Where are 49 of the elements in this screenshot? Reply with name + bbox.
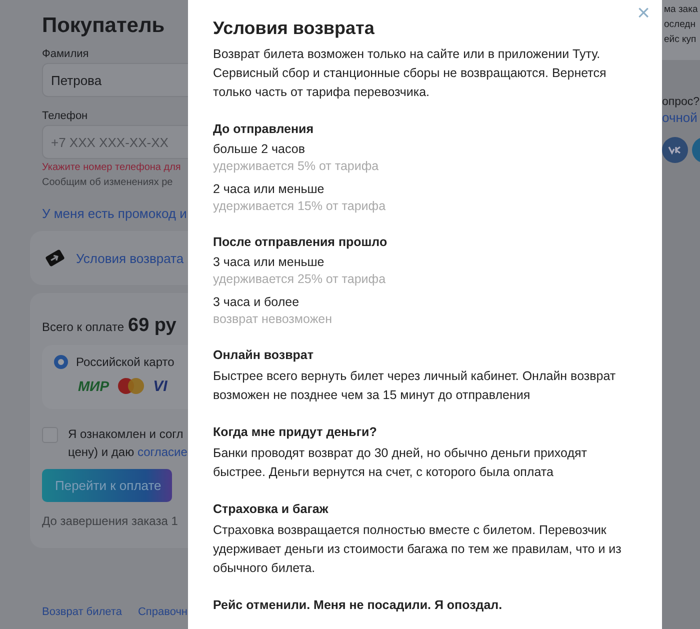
option-note: возврат невозможен [213, 311, 334, 328]
section-text: Быстрее всего вернуть билет через личный кабинет. Онлайн возврат возможен не позднее чем за 15 минут до отправления [213, 368, 617, 404]
option-note: удерживается 25% от тарифа [213, 271, 387, 288]
field-label: Телефон [42, 110, 88, 122]
section-heading: После отправления прошло [213, 235, 388, 249]
option-title: 3 часа и более [213, 294, 300, 311]
section-text: Банки проводят возврат до 30 дней, но обычно деньги приходят быстрее. Деньги вернутся на счет, с которого была оплата [213, 445, 588, 481]
option-title: 3 часа или меньше [213, 254, 326, 271]
hint-text: Сообщим об изменениях ре [42, 177, 173, 188]
section-text: Страховка возвращается полностью вместе с билетом. Перевозчик удерживает деньги из стоимости багажа по тем же правилам, что и из обычного билета. [213, 522, 622, 577]
section-heading: Рейс отменили. Меня не посадили. Я опоздал. [213, 598, 504, 612]
error-text: Укажите номер телефона для [42, 162, 181, 173]
payment-method[interactable]: Российской карто МИР VI [42, 345, 188, 409]
option-note: удерживается 15% от тарифа [213, 198, 387, 215]
method-label: Российской карто [76, 355, 174, 369]
footer-link[interactable]: Справочн [138, 606, 188, 618]
mastercard-icon [117, 377, 146, 395]
agreement-text: Я ознакомлен и согл [68, 427, 184, 441]
option-note: удерживается 5% от тарифа [213, 158, 380, 175]
vk-icon[interactable] [662, 137, 688, 163]
total-amount: 69 ру [128, 315, 176, 337]
return-conditions-link[interactable]: Условия возврата [76, 250, 184, 266]
field-label: Фамилия [42, 48, 89, 60]
footer-link[interactable]: Возврат билета [42, 606, 122, 618]
phone-field[interactable]: +7 XXX XXX-XX-XX [42, 125, 188, 159]
option-title: 2 часа или меньше [213, 181, 326, 198]
section-heading: Когда мне придут деньги? [213, 425, 378, 439]
notice-text: ма зака [664, 3, 699, 17]
question-text: опрос? [662, 96, 700, 108]
section-heading: Страховка и багаж [213, 502, 330, 516]
pay-button[interactable]: Перейти к оплате [42, 469, 172, 502]
surname-field[interactable]: Петрова [42, 63, 188, 97]
modal-title: Условия возврата [213, 18, 376, 39]
notice-text: оследн [664, 18, 696, 32]
card-logo: VI [153, 378, 168, 394]
agreement-text: цену) и даю [68, 445, 134, 459]
total-label: Всего к оплате [42, 320, 124, 334]
card-logo: МИР [78, 378, 110, 394]
consent-link[interactable]: согласие [137, 445, 188, 459]
section-heading: Онлайн возврат [213, 348, 314, 362]
notice-text: ейс куп [664, 33, 698, 47]
help-link[interactable]: очной [662, 110, 698, 125]
timer-text: До завершения заказа 1 [42, 514, 178, 528]
promo-link[interactable]: У меня есть промокод и [42, 206, 187, 221]
radio-button[interactable] [54, 355, 68, 369]
intro-text: Возврат билета возможен только на сайте или в приложении Туту. Сервисный сбор и станционные сборы не возвращаются. Вернется только часть от тарифа перевозчика. [213, 46, 608, 101]
option-title: больше 2 часов [213, 141, 306, 158]
section-heading: До отправления [213, 122, 315, 136]
page-title: Покупатель [42, 14, 165, 38]
